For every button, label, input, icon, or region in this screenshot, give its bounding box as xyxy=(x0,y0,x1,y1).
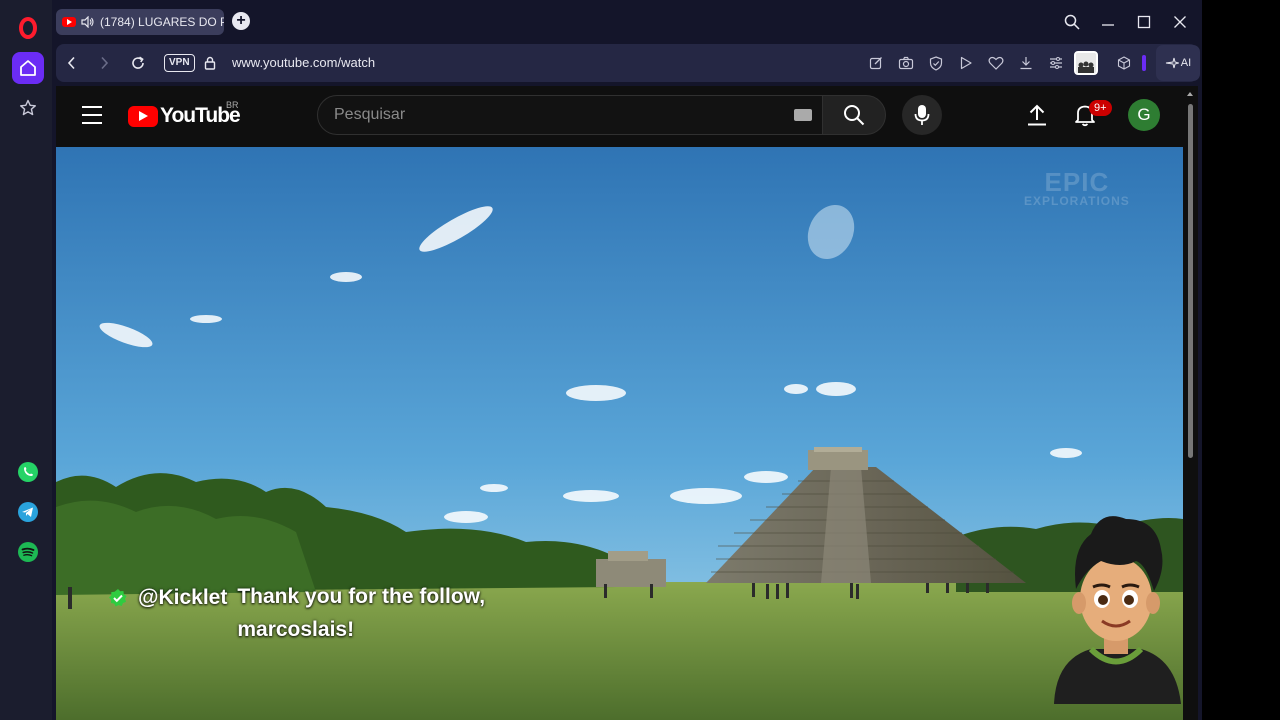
scrollbar-thumb[interactable] xyxy=(1188,104,1193,458)
ai-label: AI xyxy=(1180,57,1192,69)
account-avatar[interactable]: G xyxy=(1128,99,1160,131)
opera-sidebar xyxy=(0,0,56,720)
maximize-button[interactable] xyxy=(1134,12,1154,32)
url-text[interactable]: www.youtube.com/watch xyxy=(232,55,375,70)
channel-watermark: EPIC EXPLORATIONS xyxy=(1024,169,1130,207)
home-icon[interactable] xyxy=(12,52,44,84)
extension-avatar-icon[interactable] xyxy=(1074,51,1098,75)
youtube-favicon-icon xyxy=(62,17,76,27)
download-icon[interactable] xyxy=(1016,53,1036,73)
shield-check-icon[interactable] xyxy=(926,53,946,73)
vpn-badge[interactable]: VPN xyxy=(164,54,195,72)
telegram-icon[interactable] xyxy=(12,496,44,528)
desktop: (1784) LUGARES DO P + VPN www.youtube.co… xyxy=(0,0,1280,720)
alert-message: Thank you for the follow, marcoslais! xyxy=(237,585,486,641)
back-button[interactable] xyxy=(62,53,82,73)
close-window-button[interactable] xyxy=(1170,12,1190,32)
tab-title: (1784) LUGARES DO P xyxy=(100,15,224,29)
search-box xyxy=(317,95,823,135)
region-code: BR xyxy=(226,100,239,110)
edit-icon[interactable] xyxy=(866,53,886,73)
verified-badge-icon xyxy=(109,589,127,607)
watermark-line2: EXPLORATIONS xyxy=(1024,194,1130,208)
cartoon-avatar-webcam-overlay xyxy=(1054,516,1181,704)
forward-button[interactable] xyxy=(94,53,114,73)
extension-indicator xyxy=(1142,55,1146,71)
minimize-button[interactable] xyxy=(1098,12,1118,32)
page-scrollbar[interactable] xyxy=(1186,90,1194,720)
youtube-play-icon xyxy=(128,105,158,127)
youtube-logo[interactable]: YouTube xyxy=(128,104,241,128)
aria-ai-button[interactable]: AI xyxy=(1156,45,1200,81)
youtube-page: YouTube BR 9+ xyxy=(56,86,1198,720)
search-icon xyxy=(844,105,865,126)
reload-button[interactable] xyxy=(128,53,148,73)
create-upload-button[interactable] xyxy=(1024,102,1050,128)
camera-icon[interactable] xyxy=(896,53,916,73)
tab-youtube[interactable]: (1784) LUGARES DO P xyxy=(56,9,224,35)
new-tab-button[interactable]: + xyxy=(232,12,250,30)
search-input[interactable] xyxy=(334,106,774,124)
opera-logo-icon[interactable] xyxy=(16,16,40,40)
address-bar: VPN www.youtube.com/watch AI xyxy=(56,44,1200,82)
notification-count-badge: 9+ xyxy=(1089,100,1112,116)
titlebar: (1784) LUGARES DO P + xyxy=(52,0,1202,44)
lock-icon[interactable] xyxy=(200,53,220,73)
whatsapp-icon[interactable] xyxy=(12,456,44,488)
cube-icon[interactable] xyxy=(1114,53,1134,73)
youtube-header: YouTube BR 9+ xyxy=(56,86,1198,144)
search-tabs-icon[interactable] xyxy=(1062,12,1082,32)
scroll-up-icon[interactable] xyxy=(1186,90,1194,98)
easy-setup-icon[interactable] xyxy=(1046,53,1066,73)
upload-icon xyxy=(1028,104,1046,126)
follow-alert-overlay: @Kicklet Thank you for the follow, marco… xyxy=(108,585,493,646)
speaker-icon[interactable] xyxy=(81,16,95,28)
menu-icon[interactable] xyxy=(82,106,102,124)
pinboard-star-icon[interactable] xyxy=(12,92,44,124)
microphone-icon xyxy=(914,105,930,125)
browser-window: (1784) LUGARES DO P + VPN www.youtube.co… xyxy=(52,0,1202,720)
keyboard-icon[interactable] xyxy=(794,109,812,121)
video-player[interactable]: EPIC EXPLORATIONS @Kicklet Thank you for… xyxy=(56,147,1183,720)
send-play-icon[interactable] xyxy=(956,53,976,73)
heart-icon[interactable] xyxy=(986,53,1006,73)
voice-search-button[interactable] xyxy=(902,95,942,135)
aria-sparkle-icon xyxy=(1165,57,1179,69)
search-button[interactable] xyxy=(822,95,886,135)
spotify-icon[interactable] xyxy=(12,536,44,568)
watermark-line1: EPIC xyxy=(1044,167,1110,197)
alert-username: @Kicklet xyxy=(138,586,228,609)
